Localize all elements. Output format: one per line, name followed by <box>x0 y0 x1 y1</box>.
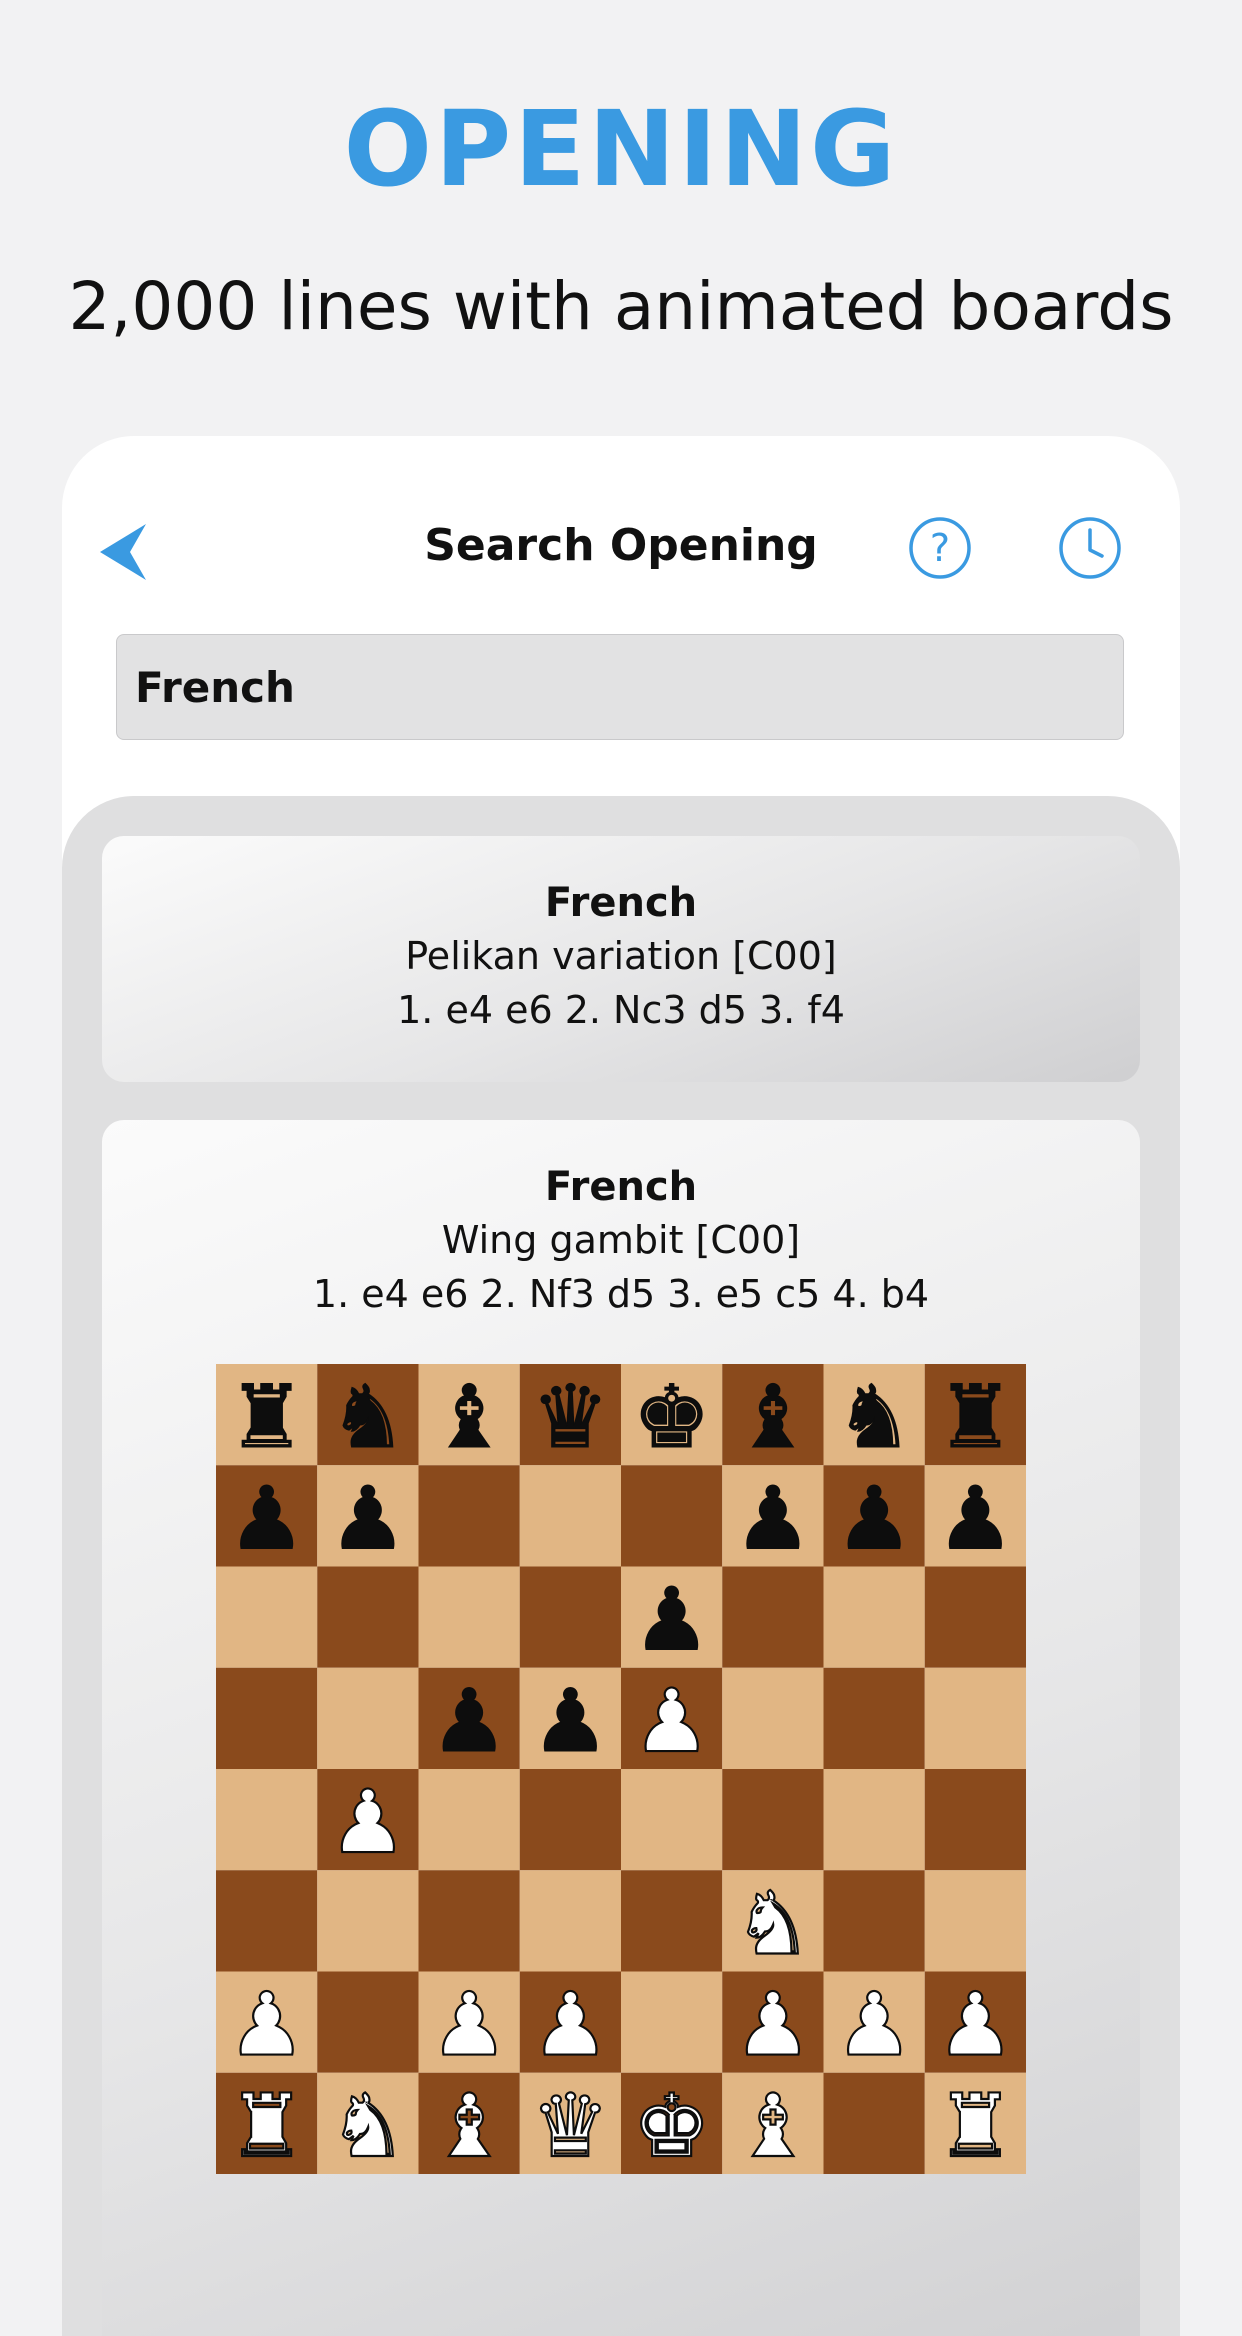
board-square <box>722 1769 824 1871</box>
board-square <box>621 1769 723 1871</box>
board-square <box>621 1870 723 1972</box>
board-square <box>418 1870 520 1972</box>
white-pawn-icon: ♟ <box>531 1974 609 2076</box>
black-pawn-icon: ♟ <box>633 1569 711 1671</box>
white-king-icon: ♚ <box>633 2075 711 2174</box>
result-opening-name: French <box>544 1164 698 1210</box>
result-card[interactable]: French Wing gambit [C00] 1. e4 e6 2. Nf3… <box>102 1120 1140 2336</box>
board-square <box>216 1870 318 1972</box>
board-square <box>924 1667 1026 1769</box>
help-button[interactable]: ? <box>908 516 972 580</box>
board-square <box>519 1465 621 1567</box>
board-square <box>823 1667 925 1769</box>
white-queen-icon: ♛ <box>531 2075 609 2174</box>
black-bishop-icon: ♝ <box>430 1366 508 1468</box>
board-square <box>924 1566 1026 1668</box>
white-rook-icon: ♜ <box>936 2075 1014 2174</box>
chess-board-svg: ♜ ♞ ♝ ♛ ♚ ♝ ♞ ♜♟ ♟ ♟ ♟ ♟♟♟ ♟ ♟♟♞♟ ♟ ♟ ♟ ♟ ♟♜ ♞ ♝ ♛ ♚ ♝ ♜ <box>216 1364 1026 2174</box>
board-square <box>924 1769 1026 1871</box>
board-square <box>519 1769 621 1871</box>
black-pawn-icon: ♟ <box>228 1467 306 1569</box>
board-square <box>722 1566 824 1668</box>
board-square <box>621 1971 723 2073</box>
board-square <box>418 1566 520 1668</box>
board-square <box>519 1870 621 1972</box>
black-rook-icon: ♜ <box>936 1366 1014 1468</box>
chess-board: ♜ ♞ ♝ ♛ ♚ ♝ ♞ ♜ ♟ ♟ ♟ ♟ ♟ ♟ ♟ ♟ ♟ ♟ ♞ ♟ ♟ ♟ ♟ ♟ ♟ ♜ ♞ ♝ ♛ ♚ ♝ ♜ <box>216 1364 1026 2174</box>
result-moves: 1. e4 e6 2. Nf3 d5 3. e5 c5 4. b4 <box>312 1272 930 1316</box>
board-square <box>216 1566 318 1668</box>
white-pawn-icon: ♟ <box>936 1974 1014 2076</box>
result-card[interactable]: French Pelikan variation [C00] 1. e4 e6 … <box>102 836 1140 1082</box>
clock-icon <box>1059 517 1121 579</box>
results-list: French Pelikan variation [C00] 1. e4 e6 … <box>62 796 1180 2336</box>
board-square <box>823 1566 925 1668</box>
black-bishop-icon: ♝ <box>734 1366 812 1468</box>
board-square <box>924 1870 1026 1972</box>
white-knight-icon: ♞ <box>329 2075 407 2174</box>
board-square <box>317 1870 419 1972</box>
result-moves: 1. e4 e6 2. Nc3 d5 3. f4 <box>397 988 845 1032</box>
white-bishop-icon: ♝ <box>430 2075 508 2174</box>
result-variation: Pelikan variation [C00] <box>405 934 837 978</box>
black-pawn-icon: ♟ <box>430 1670 508 1772</box>
white-pawn-icon: ♟ <box>835 1974 913 2076</box>
white-pawn-icon: ♟ <box>228 1974 306 2076</box>
board-square <box>823 2072 925 2174</box>
board-square <box>216 1667 318 1769</box>
board-square <box>621 1465 723 1567</box>
black-rook-icon: ♜ <box>228 1366 306 1468</box>
board-square <box>317 1566 419 1668</box>
black-pawn-icon: ♟ <box>835 1467 913 1569</box>
board-square <box>823 1769 925 1871</box>
result-variation: Wing gambit [C00] <box>441 1218 801 1262</box>
help-icon: ? <box>909 517 971 579</box>
black-pawn-icon: ♟ <box>734 1467 812 1569</box>
nav-title: Search Opening <box>424 520 818 571</box>
black-king-icon: ♚ <box>633 1366 711 1468</box>
phone-screen: Search Opening ? French Pelikan variatio… <box>62 436 1180 2336</box>
search-input[interactable] <box>116 634 1124 740</box>
black-queen-icon: ♛ <box>531 1366 609 1468</box>
history-button[interactable] <box>1058 516 1122 580</box>
hero-title: OPENING <box>343 88 899 210</box>
white-pawn-icon: ♟ <box>430 1974 508 2076</box>
board-square <box>418 1465 520 1567</box>
white-knight-icon: ♞ <box>734 1872 812 1974</box>
result-opening-name: French <box>544 880 698 926</box>
board-square <box>722 1667 824 1769</box>
board-square <box>418 1769 520 1871</box>
svg-text:?: ? <box>930 526 950 570</box>
board-square <box>317 1971 419 2073</box>
white-pawn-icon: ♟ <box>734 1974 812 2076</box>
white-rook-icon: ♜ <box>228 2075 306 2174</box>
white-pawn-icon: ♟ <box>329 1771 407 1873</box>
black-knight-icon: ♞ <box>329 1366 407 1468</box>
black-knight-icon: ♞ <box>835 1366 913 1468</box>
black-pawn-icon: ♟ <box>531 1670 609 1772</box>
board-square <box>216 1769 318 1871</box>
board-square <box>317 1667 419 1769</box>
white-pawn-icon: ♟ <box>633 1670 711 1772</box>
white-bishop-icon: ♝ <box>734 2075 812 2174</box>
black-pawn-icon: ♟ <box>936 1467 1014 1569</box>
hero-subtitle: 2,000 lines with animated boards <box>68 268 1174 345</box>
board-square <box>519 1566 621 1668</box>
black-pawn-icon: ♟ <box>329 1467 407 1569</box>
board-square <box>823 1870 925 1972</box>
back-arrow-icon <box>100 524 146 580</box>
back-button[interactable] <box>96 520 152 584</box>
